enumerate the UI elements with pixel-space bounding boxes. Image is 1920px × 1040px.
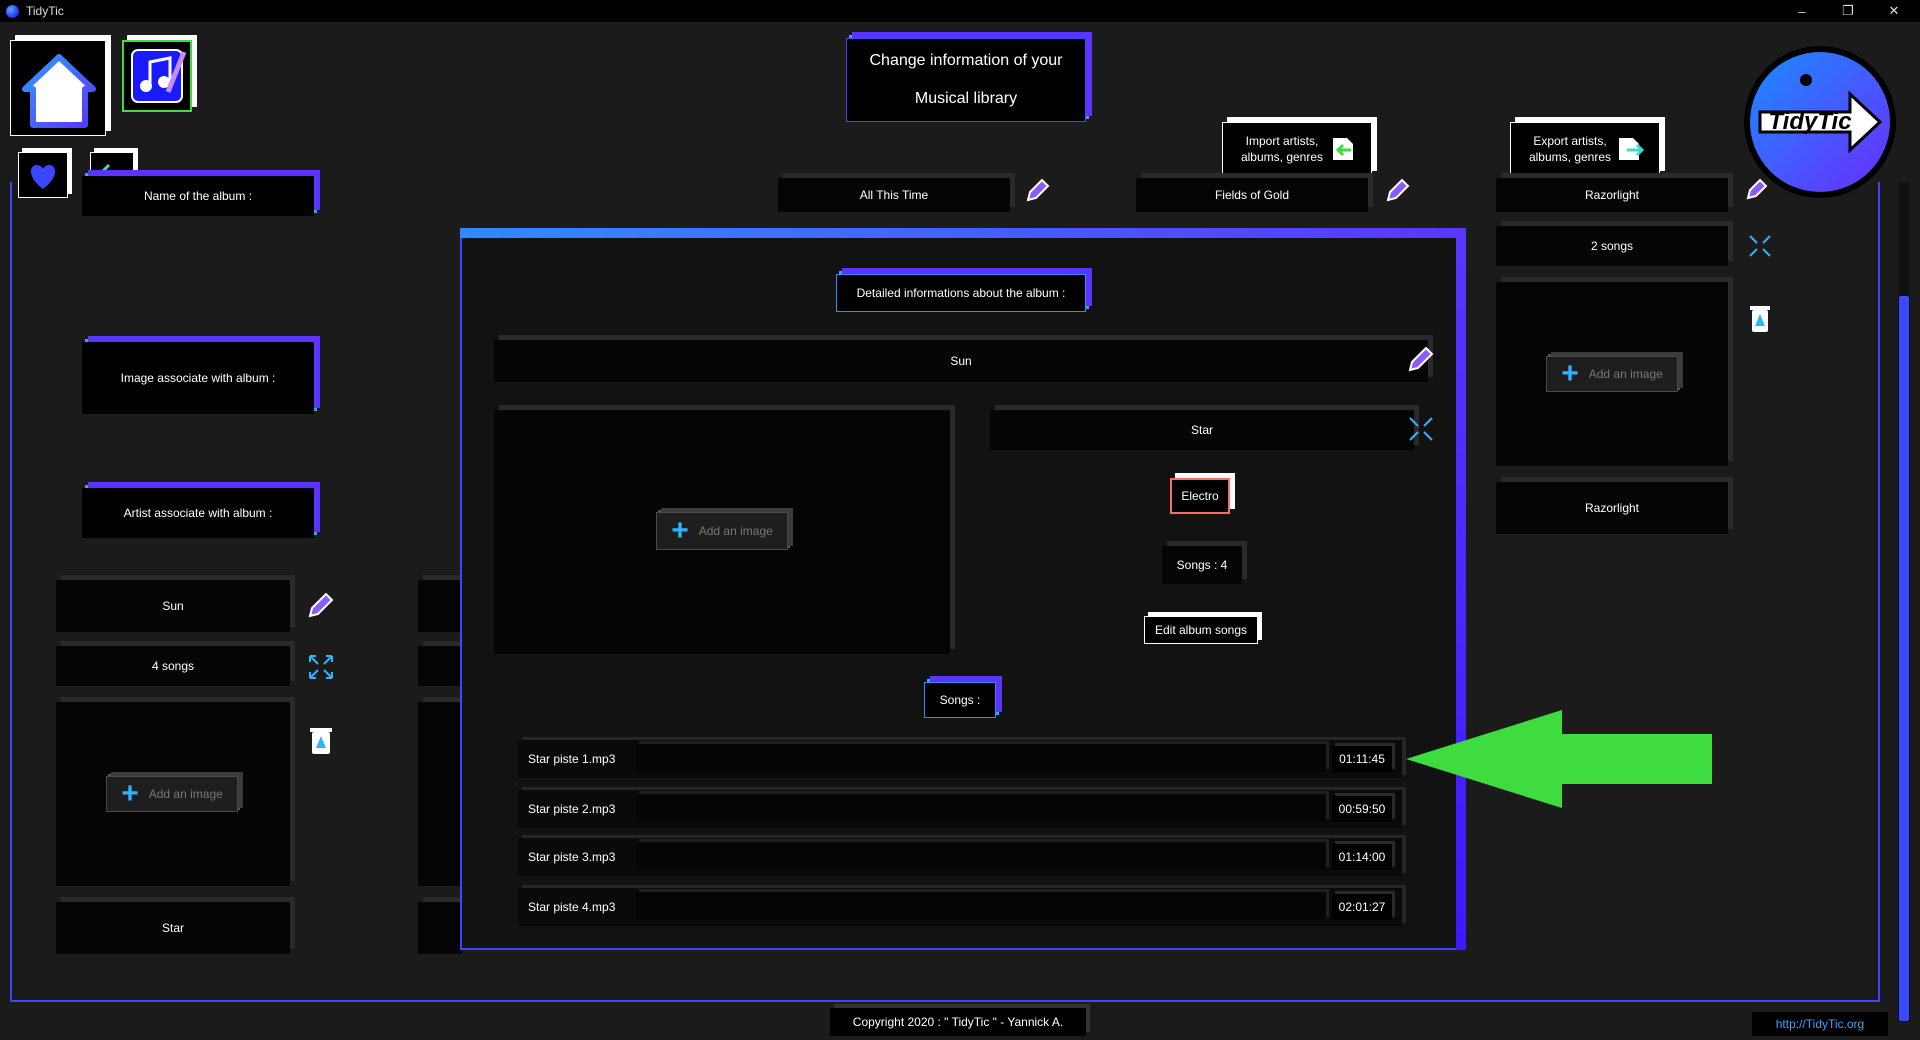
expand-album-button[interactable] — [306, 652, 336, 682]
logo-text: TidyTic — [1768, 108, 1852, 135]
song-row[interactable]: Star piste 3.mp3 01:14:00 — [518, 838, 1402, 876]
home-icon — [22, 54, 96, 128]
album-card-name: All This Time — [778, 178, 1010, 212]
delete-album-button[interactable] — [1746, 302, 1774, 334]
delete-album-button[interactable] — [306, 724, 336, 756]
app-icon — [6, 5, 19, 18]
export-label: Export artists, albums, genres — [1528, 134, 1612, 164]
song-row[interactable]: Star piste 4.mp3 02:01:27 — [518, 888, 1402, 926]
song-row[interactable]: Star piste 2.mp3 00:59:50 — [518, 790, 1402, 828]
expand-album-button[interactable] — [1746, 232, 1774, 260]
expand-icon — [1409, 417, 1433, 441]
add-image-label: Add an image — [1588, 367, 1663, 381]
edit-album-name-button[interactable] — [1404, 344, 1436, 376]
plus-icon: + — [1561, 357, 1579, 390]
add-image-label: Add an image — [148, 787, 223, 801]
website-link[interactable]: http://TidyTic.org — [1752, 1012, 1888, 1036]
pencil-icon — [1408, 346, 1434, 372]
song-bar — [636, 794, 1326, 822]
genre-badge[interactable]: Electro — [1170, 478, 1230, 514]
modal-add-image-button[interactable]: + Add an image — [656, 512, 788, 550]
pencil-icon — [1386, 178, 1410, 202]
album-name-label: Name of the album : — [82, 176, 314, 216]
pencil-icon — [308, 592, 334, 618]
copyright-text: Copyright 2020 : " TidyTic " - Yannick A… — [830, 1008, 1086, 1036]
album-card-hidden — [418, 646, 462, 686]
favorites-button[interactable] — [18, 152, 68, 198]
minimize-button[interactable]: – — [1780, 0, 1824, 22]
heart-icon — [30, 165, 56, 189]
song-bar — [636, 842, 1326, 870]
music-edit-icon — [131, 49, 187, 103]
edit-album-button[interactable] — [304, 590, 336, 622]
edit-album-button[interactable] — [1744, 176, 1772, 202]
album-image-label: Image associate with album : — [82, 342, 314, 414]
album-card-songs: 2 songs — [1496, 226, 1728, 266]
page-title-line2: Musical library — [914, 90, 1018, 107]
edit-album-button[interactable] — [1384, 176, 1414, 204]
highlight-arrow — [1406, 710, 1714, 808]
export-button[interactable]: Export artists, albums, genres — [1510, 122, 1660, 176]
modal-title: Detailed informations about the album : — [836, 274, 1086, 312]
add-image-button[interactable]: + Add an image — [106, 776, 238, 812]
export-icon — [1619, 138, 1645, 160]
song-duration: 01:14:00 — [1332, 844, 1392, 870]
song-name: Star piste 4.mp3 — [528, 900, 616, 914]
album-card-artist: Star — [56, 902, 290, 954]
import-button[interactable]: Import artists, albums, genres — [1222, 122, 1372, 176]
album-card-artist: Razorlight — [1496, 482, 1728, 534]
maximize-button[interactable]: ❐ — [1826, 0, 1870, 22]
expand-icon — [1749, 235, 1771, 257]
trash-icon — [1750, 306, 1770, 332]
songs-header: Songs : — [924, 682, 996, 718]
song-duration: 02:01:27 — [1332, 894, 1392, 920]
page-title: Change information of your Musical libra… — [846, 38, 1086, 122]
trash-icon — [310, 728, 332, 754]
pencil-icon — [1026, 178, 1050, 202]
modal-album-name-field: Sun — [494, 340, 1428, 382]
songs-count: Songs : 4 — [1162, 546, 1242, 584]
song-row[interactable]: Star piste 1.mp3 01:11:45 — [518, 740, 1402, 778]
song-bar — [636, 892, 1326, 920]
album-card-name: Fields of Gold — [1136, 178, 1368, 212]
song-name: Star piste 3.mp3 — [528, 850, 616, 864]
plus-icon: + — [121, 777, 139, 810]
scrollbar-thumb[interactable] — [1899, 296, 1909, 1021]
modal-artist-field: Star — [990, 410, 1414, 450]
window-titlebar: TidyTic – ❐ ✕ — [0, 0, 1920, 22]
album-card-name: Razorlight — [1496, 178, 1728, 212]
album-artist-label: Artist associate with album : — [82, 488, 314, 538]
song-name: Star piste 1.mp3 — [528, 752, 616, 766]
song-bar — [636, 744, 1326, 772]
album-card-hidden — [418, 702, 462, 886]
song-name: Star piste 2.mp3 — [528, 802, 616, 816]
expand-icon — [309, 655, 333, 679]
close-button[interactable]: ✕ — [1872, 0, 1916, 22]
modal-edge — [1456, 228, 1466, 950]
page-title-line1: Change information of your — [869, 52, 1063, 69]
plus-icon: + — [671, 514, 689, 547]
modal-edge — [460, 228, 1464, 238]
song-duration: 01:11:45 — [1332, 746, 1392, 772]
album-card-songs: 4 songs — [56, 646, 290, 686]
song-duration: 00:59:50 — [1332, 796, 1392, 822]
album-card-name: Sun — [56, 580, 290, 632]
home-button[interactable] — [10, 40, 106, 136]
edit-album-button[interactable] — [1024, 176, 1054, 204]
arrow-left-icon — [1406, 710, 1712, 808]
pencil-icon — [1746, 178, 1768, 200]
window-title: TidyTic — [26, 4, 64, 18]
add-image-button[interactable]: + Add an image — [1546, 356, 1678, 392]
add-image-label: Add an image — [698, 524, 773, 538]
expand-artist-button[interactable] — [1406, 414, 1436, 444]
album-card-hidden — [418, 580, 462, 632]
music-library-button[interactable] — [122, 40, 192, 112]
import-icon — [1333, 138, 1353, 160]
album-card-hidden — [418, 902, 462, 954]
edit-album-songs-button[interactable]: Edit album songs — [1144, 616, 1258, 644]
import-label: Import artists, albums, genres — [1240, 134, 1324, 164]
